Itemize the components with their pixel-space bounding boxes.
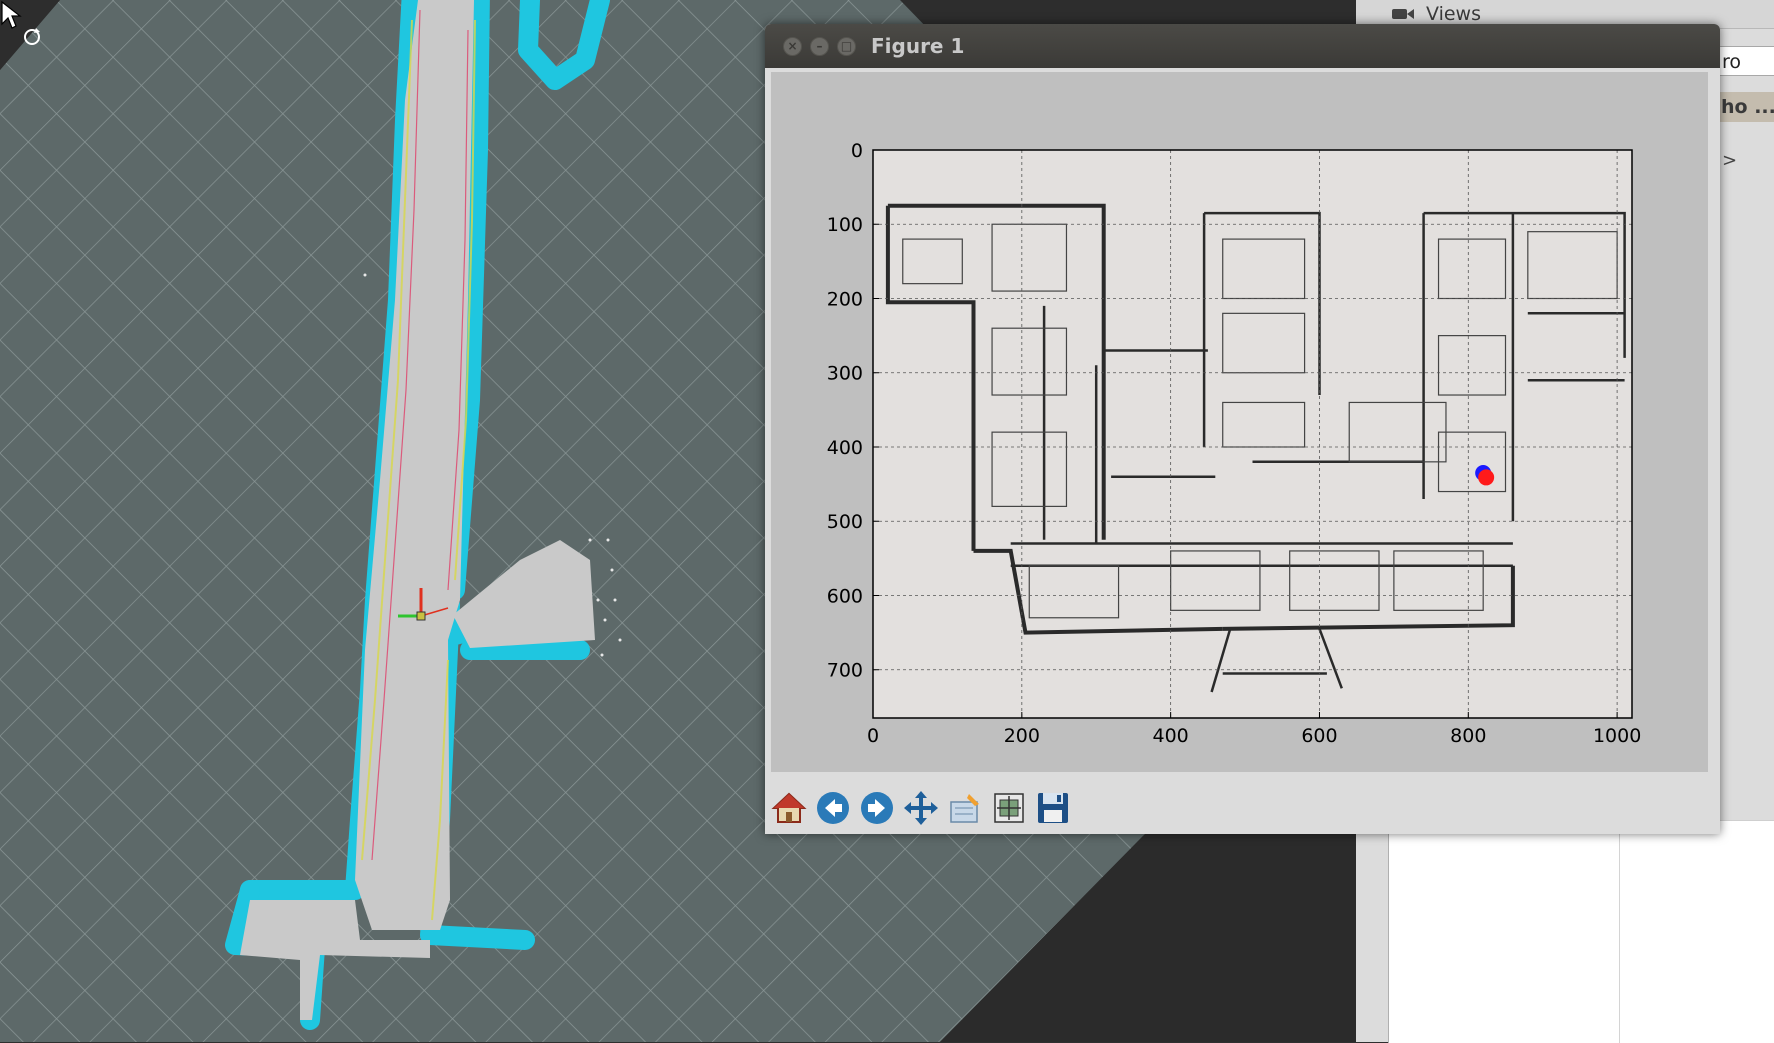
minimize-window-button[interactable]: – xyxy=(810,37,829,56)
window-titlebar[interactable]: × – □ Figure 1 xyxy=(765,24,1720,68)
forward-button[interactable] xyxy=(857,788,897,828)
x-tick-label: 0 xyxy=(867,725,879,747)
views-panel-title: Views xyxy=(1426,3,1481,25)
y-tick-label: 200 xyxy=(827,288,863,310)
x-tick-label: 400 xyxy=(1153,725,1189,747)
y-tick-label: 0 xyxy=(851,140,863,162)
forward-arrow-icon xyxy=(861,792,893,824)
x-tick-label: 600 xyxy=(1301,725,1337,747)
home-button[interactable] xyxy=(769,788,809,828)
y-tick-label: 300 xyxy=(827,363,863,385)
maximize-window-button[interactable]: □ xyxy=(837,37,856,56)
expand-chevron-icon[interactable]: > xyxy=(1722,150,1737,171)
figure-window: × – □ Figure 1 0 200 400 600 800 1000 0 100 200 3… xyxy=(765,24,1720,834)
column-divider xyxy=(1619,821,1620,1043)
mouse-cursor-icon xyxy=(1,0,40,45)
y-tick-label: 100 xyxy=(827,214,863,236)
views-list[interactable] xyxy=(1388,820,1774,1043)
pan-button[interactable] xyxy=(901,788,941,828)
configure-subplots-button[interactable] xyxy=(945,788,985,828)
close-window-button[interactable]: × xyxy=(783,37,802,56)
subplots-icon xyxy=(950,794,979,823)
window-title: Figure 1 xyxy=(871,34,965,58)
floppy-disk-icon xyxy=(1038,793,1068,823)
x-tick-label: 200 xyxy=(1004,725,1040,747)
view-name-tab[interactable]: ho ... xyxy=(1717,92,1774,122)
edit-axis-icon xyxy=(994,793,1024,823)
camera-icon xyxy=(1392,9,1414,19)
y-tick-label: 600 xyxy=(827,585,863,607)
axes: 0 200 400 600 800 1000 0 100 200 300 400 500 600 700 xyxy=(827,140,1642,747)
x-tick-label: 800 xyxy=(1450,725,1486,747)
edit-axis-button[interactable] xyxy=(989,788,1029,828)
y-tick-label: 400 xyxy=(827,437,863,459)
x-tick-label: 1000 xyxy=(1593,725,1641,747)
view-type-field[interactable]: ro xyxy=(1717,46,1774,76)
figure-canvas[interactable]: 0 200 400 600 800 1000 0 100 200 300 400 500 600 700 xyxy=(771,72,1708,772)
plot-area: 0 200 400 600 800 1000 0 100 200 300 400 500 600 700 xyxy=(827,140,1642,747)
home-icon xyxy=(771,792,807,823)
floor-plan-image xyxy=(873,150,1632,718)
move-arrows-icon xyxy=(904,791,938,825)
back-arrow-icon xyxy=(817,792,849,824)
save-button[interactable] xyxy=(1033,788,1073,828)
data-point xyxy=(1478,469,1495,486)
y-tick-label: 500 xyxy=(827,511,863,533)
navigation-toolbar xyxy=(765,782,1720,834)
y-tick-label: 700 xyxy=(827,660,863,682)
back-button[interactable] xyxy=(813,788,853,828)
